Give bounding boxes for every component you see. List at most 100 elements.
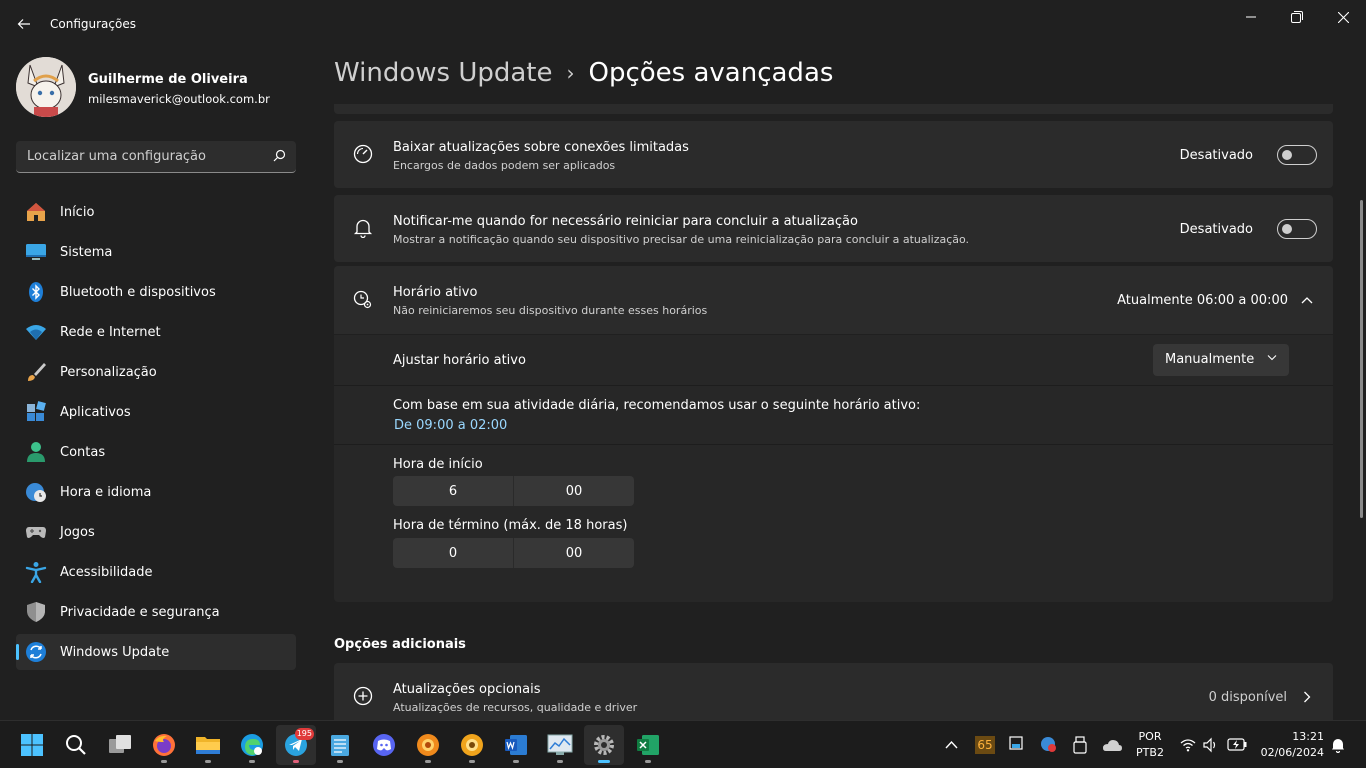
sidebar-nav: Início Sistema Bluetooth e dispositivos … [16, 194, 296, 674]
taskbar-app-media-2[interactable] [452, 725, 492, 765]
metered-toggle[interactable] [1277, 145, 1317, 165]
taskbar-search-button[interactable] [56, 725, 96, 765]
media-player-icon [417, 734, 439, 756]
breadcrumb-parent-link[interactable]: Windows Update [334, 58, 553, 88]
notify-restart-description: Mostrar a notificação quando seu disposi… [393, 233, 970, 246]
performance-monitor-icon [547, 734, 573, 755]
sidebar-item-privacidade[interactable]: Privacidade e segurança [16, 594, 296, 630]
minimize-button[interactable] [1228, 4, 1274, 30]
sidebar-item-label: Aplicativos [60, 404, 131, 420]
taskbar-app-word[interactable] [496, 725, 536, 765]
notify-restart-toggle-state: Desativado [1179, 222, 1253, 237]
brush-icon [25, 361, 47, 383]
shield-icon [25, 601, 47, 623]
sidebar-item-bluetooth[interactable]: Bluetooth e dispositivos [16, 274, 296, 310]
taskbar-app-edge[interactable] [232, 725, 272, 765]
metered-description: Encargos de dados podem ser aplicados [393, 159, 616, 172]
taskbar-app-firefox[interactable] [144, 725, 184, 765]
minimize-icon [1246, 16, 1256, 18]
sidebar-item-inicio[interactable]: Início [16, 194, 296, 230]
end-time-picker[interactable]: 0 00 [393, 538, 634, 568]
breadcrumb: Windows Update › Opções avançadas [334, 58, 833, 88]
volume-icon[interactable] [1203, 737, 1219, 753]
restore-button[interactable] [1274, 4, 1320, 30]
sidebar-item-personalizacao[interactable]: Personalização [16, 354, 296, 390]
taskbar-app-discord[interactable] [364, 725, 404, 765]
task-view-button[interactable] [100, 725, 140, 765]
accessibility-icon [25, 561, 47, 583]
optional-updates-description: Atualizações de recursos, qualidade e dr… [393, 701, 638, 714]
apps-icon [25, 401, 47, 423]
scrollbar-thumb[interactable] [1360, 200, 1363, 518]
notify-restart-title: Notificar-me quando for necessário reini… [393, 214, 858, 229]
taskbar-app-telegram[interactable]: 195 [276, 725, 316, 765]
sidebar-item-label: Contas [60, 444, 106, 460]
running-indicator [425, 760, 431, 763]
tray-app-counter[interactable]: 65 [975, 736, 995, 754]
onedrive-cloud-icon[interactable] [1101, 738, 1123, 752]
sidebar-item-aplicativos[interactable]: Aplicativos [16, 394, 296, 430]
additional-options-heading: Opções adicionais [334, 637, 466, 652]
wifi-icon[interactable] [1180, 738, 1196, 752]
start-button[interactable] [12, 725, 52, 765]
settings-content: Baixar atualizações sobre conexões limit… [334, 104, 1334, 720]
tray-display-icon[interactable] [1009, 736, 1023, 752]
metered-toggle-state: Desativado [1179, 148, 1253, 163]
notification-badge: 195 [294, 728, 314, 740]
taskbar-app-explorer[interactable] [188, 725, 228, 765]
running-indicator [293, 760, 299, 763]
end-time-label: Hora de término (máx. de 18 horas) [393, 518, 628, 533]
discord-icon [373, 734, 395, 756]
running-indicator [469, 760, 475, 763]
optional-updates-card[interactable]: Atualizações opcionais Atualizações de r… [334, 663, 1333, 720]
taskbar-app-settings[interactable] [584, 725, 624, 765]
sidebar-item-windows-update[interactable]: Windows Update [16, 634, 296, 670]
notify-restart-toggle[interactable] [1277, 219, 1317, 239]
end-minute[interactable]: 00 [514, 538, 634, 568]
sidebar-item-label: Rede e Internet [60, 324, 161, 340]
settings-card-partial [334, 104, 1333, 114]
notification-bell-icon[interactable] [1331, 737, 1345, 753]
search-icon [66, 735, 86, 755]
show-hidden-icons-chevron-icon[interactable] [945, 740, 958, 749]
start-time-picker[interactable]: 6 00 [393, 476, 634, 506]
active-hours-expander[interactable]: Horário ativo Não reiniciaremos seu disp… [334, 266, 1333, 334]
chevron-down-icon [1267, 355, 1277, 361]
clock-date[interactable]: 02/06/2024 [1258, 746, 1324, 759]
adjust-active-hours-dropdown[interactable]: Manualmente [1153, 344, 1289, 376]
sidebar-item-label: Acessibilidade [60, 564, 153, 580]
battery-icon[interactable] [1227, 738, 1247, 751]
start-minute[interactable]: 00 [514, 476, 634, 506]
start-hour[interactable]: 6 [393, 476, 513, 506]
input-language[interactable]: POR [1135, 730, 1165, 743]
tray-app-icon[interactable] [1040, 736, 1058, 754]
taskbar-app-media[interactable] [408, 725, 448, 765]
home-icon [25, 201, 47, 223]
keyboard-layout[interactable]: PTB2 [1135, 746, 1165, 759]
taskbar-app-monitor[interactable] [540, 725, 580, 765]
recommendation-link[interactable]: De 09:00 a 02:00 [394, 418, 507, 433]
sidebar-item-acessibilidade[interactable]: Acessibilidade [16, 554, 296, 590]
chevron-up-icon[interactable] [1301, 296, 1313, 304]
close-icon [1337, 11, 1349, 23]
back-button[interactable] [10, 10, 38, 38]
taskbar-app-notepad[interactable] [320, 725, 360, 765]
dropdown-value: Manualmente [1165, 352, 1255, 367]
excel-icon [637, 735, 659, 755]
taskbar-app-excel[interactable] [628, 725, 668, 765]
divider [334, 444, 1333, 445]
bluetooth-icon [25, 281, 47, 303]
sidebar-item-rede[interactable]: Rede e Internet [16, 314, 296, 350]
search-input[interactable]: Localizar uma configuração [16, 141, 296, 173]
running-indicator [161, 760, 167, 763]
bell-icon [352, 217, 374, 239]
clock-time[interactable]: 13:21 [1258, 730, 1324, 743]
close-button[interactable] [1320, 4, 1366, 30]
sidebar-item-hora-idioma[interactable]: Hora e idioma [16, 474, 296, 510]
user-email: milesmaverick@outlook.com.br [88, 92, 270, 106]
sidebar-item-contas[interactable]: Contas [16, 434, 296, 470]
sidebar-item-sistema[interactable]: Sistema [16, 234, 296, 270]
sidebar-item-jogos[interactable]: Jogos [16, 514, 296, 550]
end-hour[interactable]: 0 [393, 538, 513, 568]
usb-drive-icon[interactable] [1073, 736, 1087, 754]
